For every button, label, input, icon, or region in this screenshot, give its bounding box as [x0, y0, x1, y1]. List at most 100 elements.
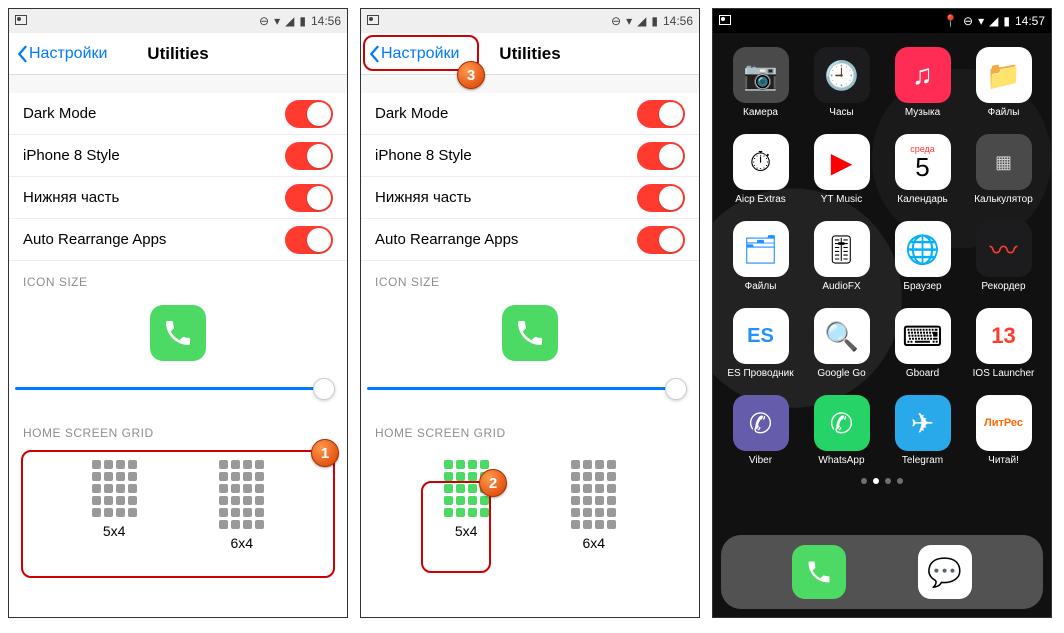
section-home-grid: HOME SCREEN GRID — [361, 412, 699, 446]
icon-size-slider[interactable] — [15, 387, 333, 390]
grid-option-5x4[interactable]: 5x4 — [92, 456, 137, 551]
status-bar: ⊖ ▾ ◢ ▮ 14:56 — [9, 9, 347, 33]
toggle-iphone8[interactable] — [637, 142, 685, 170]
app-files[interactable]: 📁Файлы — [968, 47, 1039, 118]
app-googlego[interactable]: 🔍Google Go — [806, 308, 877, 379]
page-indicator[interactable] — [713, 478, 1051, 484]
dnd-icon: ⊖ — [611, 14, 621, 28]
toggle-rearrange[interactable] — [637, 226, 685, 254]
app-audiofx[interactable]: 🎚AudioFX — [806, 221, 877, 292]
location-icon: 📍 — [943, 14, 958, 28]
row-auto-rearrange[interactable]: Auto Rearrange Apps — [9, 219, 347, 261]
aicp-icon: ⏱ — [733, 134, 789, 190]
app-recorder[interactable]: 〰Рекордер — [968, 221, 1039, 292]
section-icon-size: ICON SIZE — [9, 261, 347, 295]
audiofx-icon: 🎚 — [814, 221, 870, 277]
nav-bar: Настройки Utilities — [9, 33, 347, 75]
wifi-icon: ▾ — [978, 14, 984, 28]
app-camera[interactable]: 📷Камера — [725, 47, 796, 118]
phone-screenshot-1: ⊖ ▾ ◢ ▮ 14:56 Настройки Utilities Dark M… — [8, 8, 348, 618]
clock-text: 14:57 — [1015, 14, 1045, 28]
app-music[interactable]: ♫Музыка — [887, 47, 958, 118]
row-iphone8-style[interactable]: iPhone 8 Style — [9, 135, 347, 177]
toggle-bottom[interactable] — [637, 184, 685, 212]
toggle-dark-mode[interactable] — [637, 100, 685, 128]
notification-icon — [15, 14, 27, 28]
back-button[interactable]: Настройки — [367, 45, 459, 63]
home-apps-grid: 📷Камера 🕘Часы ♫Музыка 📁Файлы ⏱Aicp Extra… — [713, 33, 1051, 466]
battery-icon: ▮ — [651, 14, 658, 28]
phone-screenshot-2: ⊖ ▾ ◢ ▮ 14:56 Настройки Utilities Dark M… — [360, 8, 700, 618]
row-dark-mode[interactable]: Dark Mode — [361, 93, 699, 135]
app-esexplorer[interactable]: ESES Проводник — [725, 308, 796, 379]
calendar-icon: среда5 — [895, 134, 951, 190]
app-ioslauncher[interactable]: 13IOS Launcher — [968, 308, 1039, 379]
app-gboard[interactable]: ⌨Gboard — [887, 308, 958, 379]
row-bottom[interactable]: Нижняя часть — [9, 177, 347, 219]
calculator-icon: ▦ — [976, 134, 1032, 190]
dnd-icon: ⊖ — [963, 14, 973, 28]
toggle-rearrange[interactable] — [285, 226, 333, 254]
row-auto-rearrange[interactable]: Auto Rearrange Apps — [361, 219, 699, 261]
status-bar: ⊖ ▾ ◢ ▮ 14:56 — [361, 9, 699, 33]
cell-icon: ◢ — [989, 14, 998, 28]
es-icon: ES — [733, 308, 789, 364]
app-ytmusic[interactable]: ▶YT Music — [806, 134, 877, 205]
app-calculator[interactable]: ▦Калькулятор — [968, 134, 1039, 205]
app-calendar[interactable]: среда5Календарь — [887, 134, 958, 205]
chevron-left-icon — [367, 45, 381, 63]
grid-option-6x4[interactable]: 6x4 — [219, 456, 264, 551]
ios13-icon: 13 — [976, 308, 1032, 364]
callout-badge-3: 3 — [457, 61, 485, 89]
dnd-icon: ⊖ — [259, 14, 269, 28]
litres-icon: ЛитРес — [976, 395, 1032, 451]
app-files2[interactable]: 🗂Файлы — [725, 221, 796, 292]
icon-size-slider[interactable] — [367, 387, 685, 390]
folder-icon: 📁 — [976, 47, 1032, 103]
grid-option-5x4[interactable]: 5x4 — [444, 456, 489, 551]
icon-preview — [9, 295, 347, 371]
cell-icon: ◢ — [285, 14, 294, 28]
app-clock[interactable]: 🕘Часы — [806, 47, 877, 118]
row-bottom[interactable]: Нижняя часть — [361, 177, 699, 219]
app-whatsapp[interactable]: ✆WhatsApp — [806, 395, 877, 466]
back-label: Настройки — [29, 45, 107, 63]
google-icon: 🔍 — [814, 308, 870, 364]
app-viber[interactable]: ✆Viber — [725, 395, 796, 466]
recorder-icon: 〰 — [976, 221, 1032, 277]
files-icon: 🗂 — [733, 221, 789, 277]
app-aicp[interactable]: ⏱Aicp Extras — [725, 134, 796, 205]
phone-screenshot-3: 📍 ⊖ ▾ ◢ ▮ 14:57 📷Камера 🕘Часы ♫Музыка 📁Ф… — [712, 8, 1052, 618]
viber-icon: ✆ — [733, 395, 789, 451]
icon-preview — [361, 295, 699, 371]
nav-title: Utilities — [499, 44, 560, 64]
wifi-icon: ▾ — [274, 14, 280, 28]
telegram-icon: ✈ — [895, 395, 951, 451]
gboard-icon: ⌨ — [895, 308, 951, 364]
toggle-dark-mode[interactable] — [285, 100, 333, 128]
row-iphone8-style[interactable]: iPhone 8 Style — [361, 135, 699, 177]
whatsapp-icon: ✆ — [814, 395, 870, 451]
app-chitai[interactable]: ЛитРесЧитай! — [968, 395, 1039, 466]
callout-badge-1: 1 — [311, 439, 339, 467]
ytmusic-icon: ▶ — [814, 134, 870, 190]
grid-option-6x4[interactable]: 6x4 — [571, 456, 616, 551]
clock-text: 14:56 — [311, 14, 341, 28]
nav-bar: Настройки Utilities — [361, 33, 699, 75]
back-button[interactable]: Настройки — [15, 45, 107, 63]
battery-icon: ▮ — [1003, 14, 1010, 28]
browser-icon: 🌐 — [895, 221, 951, 277]
row-dark-mode[interactable]: Dark Mode — [9, 93, 347, 135]
dock-phone[interactable] — [792, 545, 846, 599]
dock-messages[interactable]: 💬 — [918, 545, 972, 599]
toggle-iphone8[interactable] — [285, 142, 333, 170]
nav-title: Utilities — [147, 44, 208, 64]
app-telegram[interactable]: ✈Telegram — [887, 395, 958, 466]
section-icon-size: ICON SIZE — [361, 261, 699, 295]
app-browser[interactable]: 🌐Браузер — [887, 221, 958, 292]
status-bar: 📍 ⊖ ▾ ◢ ▮ 14:57 — [713, 9, 1051, 33]
section-home-grid: HOME SCREEN GRID — [9, 412, 347, 446]
callout-badge-2: 2 — [479, 469, 507, 497]
notification-icon — [719, 14, 731, 28]
toggle-bottom[interactable] — [285, 184, 333, 212]
